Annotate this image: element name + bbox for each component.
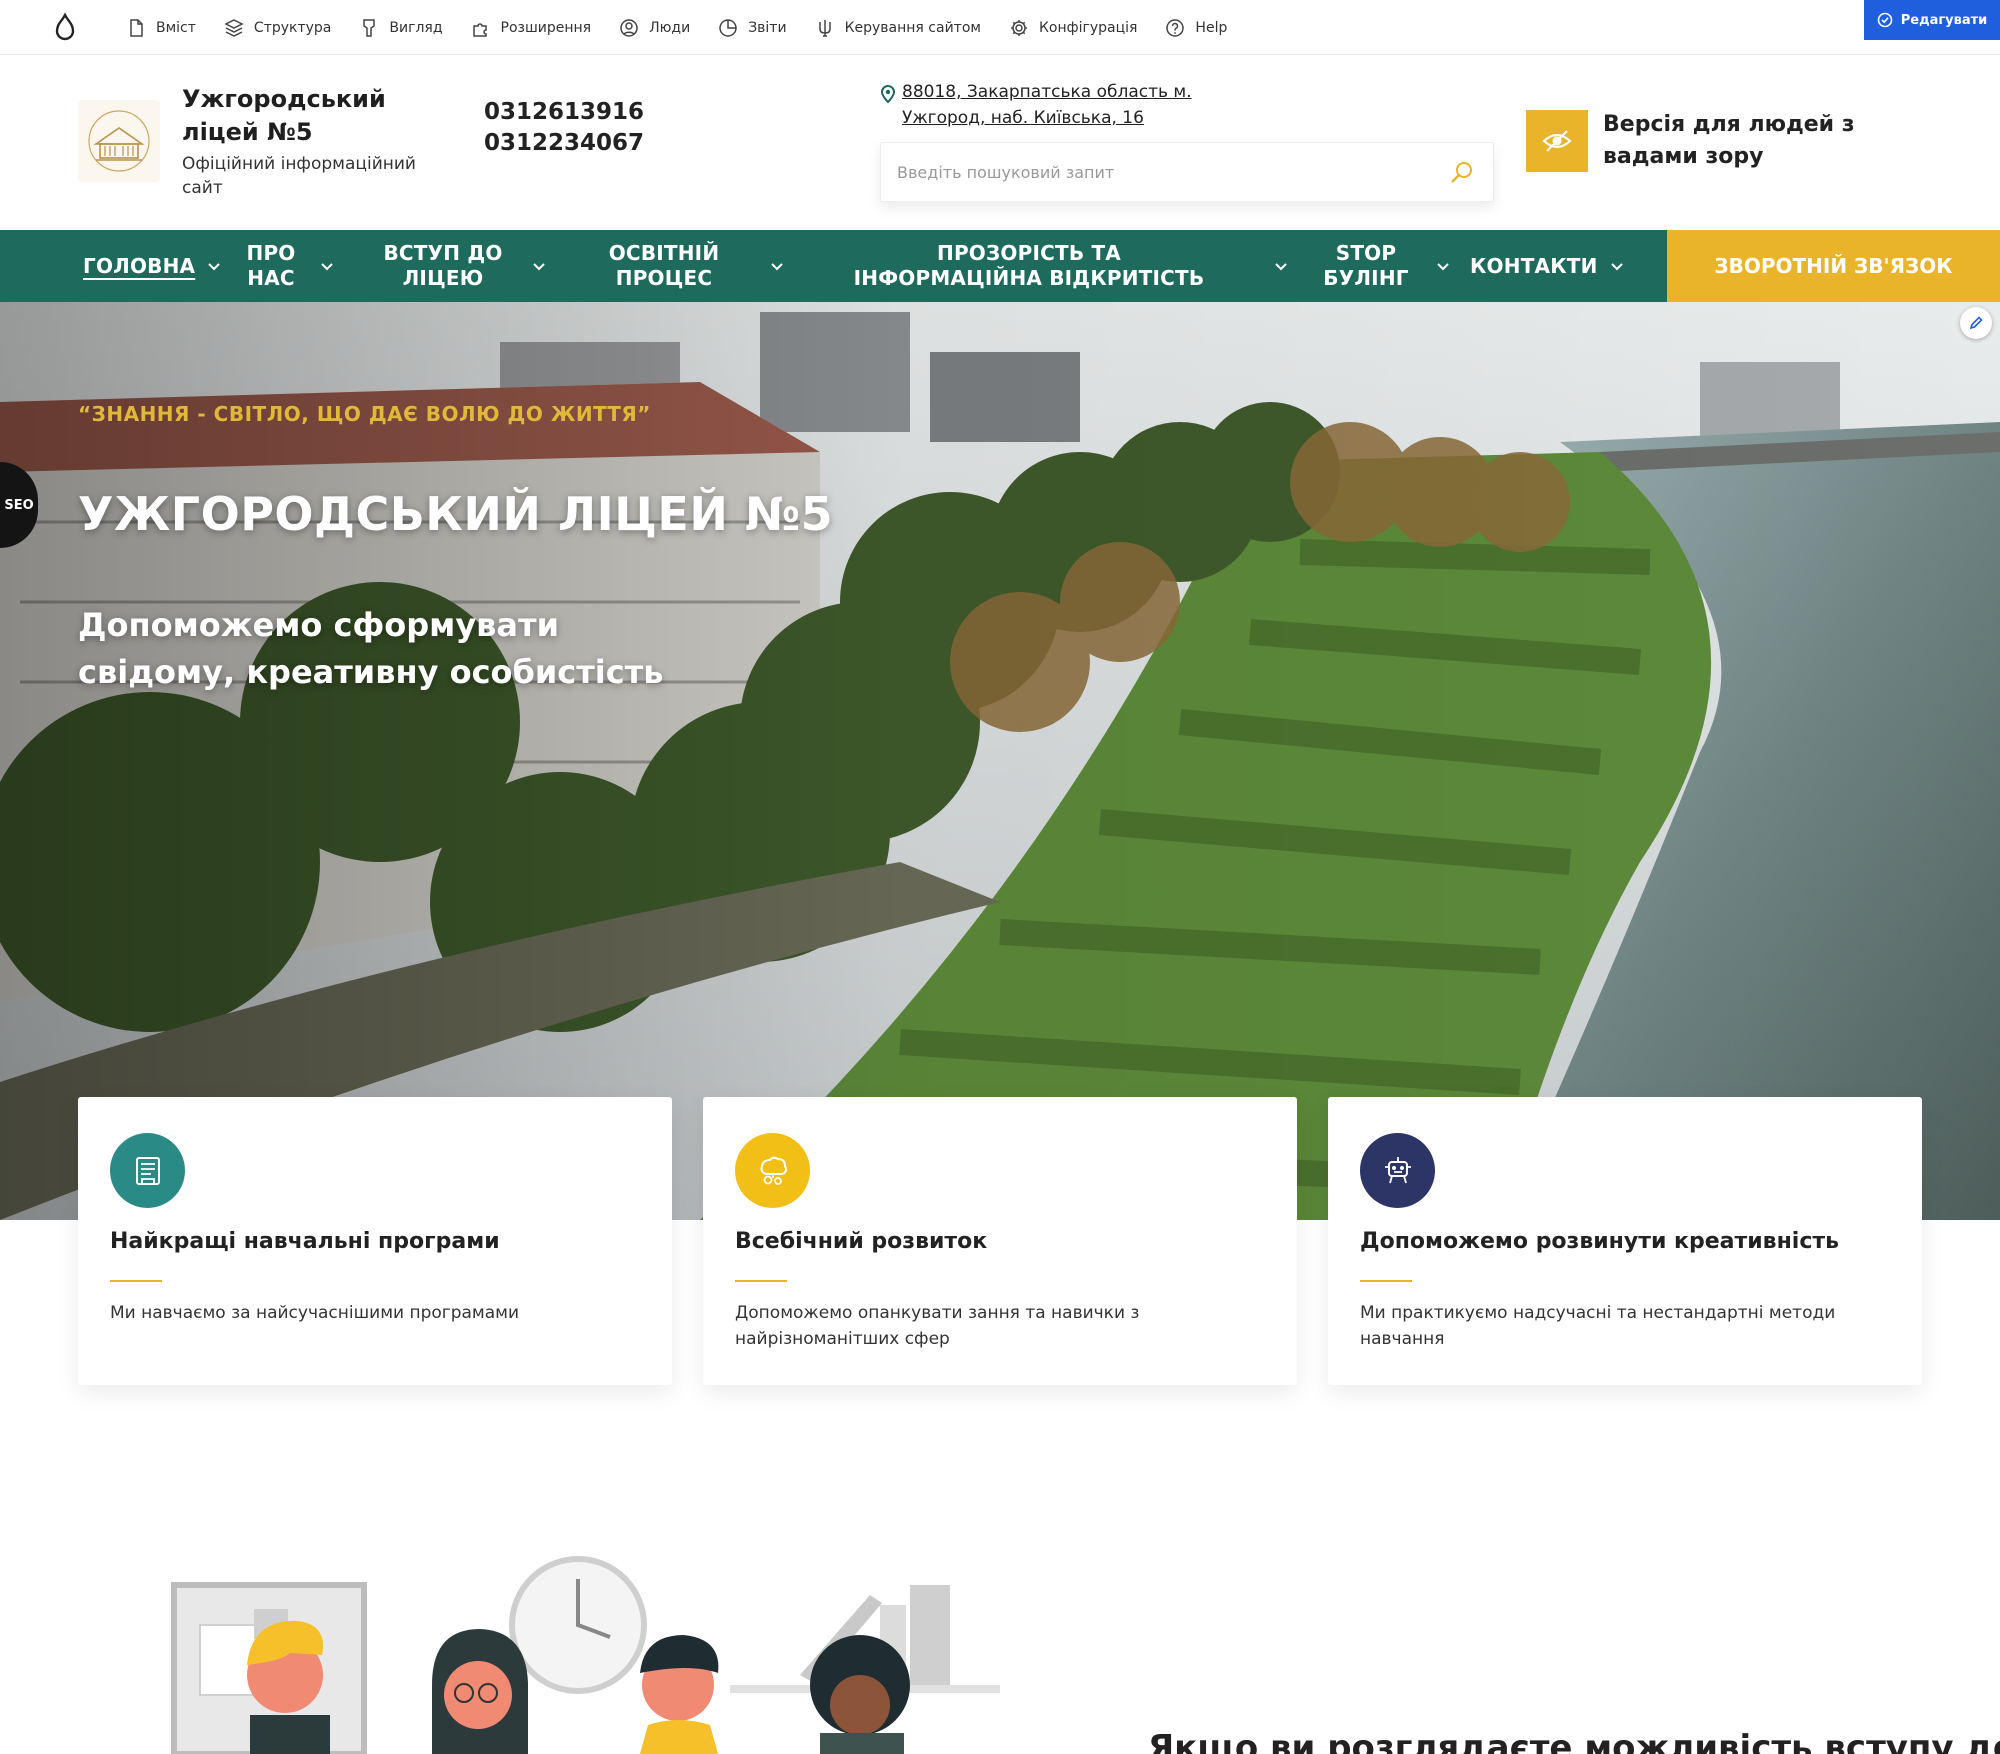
address-link[interactable]: 88018, Закарпатська область м. Ужгород, … <box>880 79 1260 131</box>
nav-item-about[interactable]: ПРО НАС <box>246 230 346 302</box>
drupal-logo-icon[interactable] <box>50 12 80 42</box>
admin-item-site-management[interactable]: Керування сайтом <box>801 0 995 55</box>
accessibility-label[interactable]: Версія для людей з вадами зору <box>1603 109 1943 173</box>
feedback-button[interactable]: ЗВОРОТНІЙ ЗВ'ЯЗОК <box>1667 230 2000 302</box>
admin-item-label: Вигляд <box>389 19 443 36</box>
feature-text: Ми практикуємо надсучасні та нестандартн… <box>1360 1303 1836 1349</box>
nav-label: ВСТУП ДО ЛІЦЕЮ <box>383 241 503 290</box>
admin-item-content[interactable]: Вміст <box>112 0 210 55</box>
chevron-down-icon <box>771 263 783 271</box>
file-icon <box>130 18 143 37</box>
feature-icon-circle <box>110 1133 185 1208</box>
feature-icon-circle <box>1360 1133 1435 1208</box>
nav-label: ПРОЗОРІСТЬ ТА ІНФОРМАЦІЙНА ВІДКРИТІСТЬ <box>853 241 1205 290</box>
contextual-edit-button[interactable] <box>1960 307 1992 339</box>
nav-item-stop-bullying[interactable]: STOP БУЛІНГ <box>1320 230 1460 302</box>
trident-icon <box>818 19 831 37</box>
admin-item-appearance[interactable]: Вигляд <box>345 0 456 55</box>
site-slogan: Офіційний інформаційний сайт <box>182 154 416 198</box>
nav-item-home[interactable]: ГОЛОВНА <box>83 230 223 302</box>
admin-item-label: Структура <box>253 19 332 36</box>
hero-background-image <box>0 302 2000 1220</box>
nav-label: ОСВІТНІЙ ПРОЦЕС <box>608 241 720 290</box>
hero-motto: “ЗНАННЯ - СВІТЛО, ЩО ДАЄ ВОЛЮ ДО ЖИТТЯ” <box>78 402 651 426</box>
chevron-down-icon <box>208 263 220 271</box>
search-box <box>880 142 1494 202</box>
search-input[interactable] <box>881 143 1493 201</box>
brain-gears-icon <box>760 1156 787 1185</box>
feature-text: Ми навчаємо за найсучаснішими програмами <box>110 1303 520 1323</box>
admin-toolbar: Вміст Структура Вигляд Розширення Люди З… <box>0 0 2000 55</box>
feature-icon-circle <box>735 1133 810 1208</box>
admin-item-label: Розширення <box>500 19 592 36</box>
chevron-down-icon <box>321 263 333 271</box>
admin-item-structure[interactable]: Структура <box>210 0 345 55</box>
nav-label: КОНТАКТИ <box>1470 253 1598 278</box>
feature-title: Допоможемо розвинути креативність <box>1360 1229 1840 1254</box>
feature-text: Допоможемо опанкувати зання та навички з… <box>735 1303 1140 1349</box>
admin-item-label: Help <box>1195 19 1228 36</box>
admin-item-label: Люди <box>649 19 691 36</box>
admin-item-configuration[interactable]: Конфігурація <box>995 0 1151 55</box>
hero-banner: “ЗНАННЯ - СВІТЛО, ЩО ДАЄ ВОЛЮ ДО ЖИТТЯ” … <box>0 302 2000 1220</box>
feature-divider <box>110 1280 162 1282</box>
layers-icon <box>224 18 244 37</box>
hero-title: УЖГОРОДСЬКИЙ ЛІЦЕЙ №5 <box>78 487 834 541</box>
gear-icon <box>1010 19 1027 36</box>
admin-item-label: Конфігурація <box>1038 19 1138 36</box>
chevron-down-icon <box>1437 263 1449 271</box>
admin-item-label: Вміст <box>156 19 196 36</box>
nav-label: STOP БУЛІНГ <box>1323 241 1409 290</box>
puzzle-icon <box>472 22 487 37</box>
students-illustration <box>171 1556 1000 1754</box>
feature-card: Найкращі навчальні програми Ми навчаємо … <box>78 1097 672 1385</box>
user-circle-icon <box>620 18 638 37</box>
phone-numbers: 0312613916 0312234067 <box>484 97 644 159</box>
admin-item-people[interactable]: Люди <box>605 0 704 55</box>
nav-label: ГОЛОВНА <box>83 253 196 278</box>
chevron-down-icon <box>1275 263 1287 271</box>
admin-item-extend[interactable]: Розширення <box>457 0 606 55</box>
eye-icon <box>1542 130 1572 152</box>
chevron-down-icon <box>533 263 545 271</box>
help-icon <box>1166 18 1185 37</box>
feature-title: Всебічний розвиток <box>735 1229 988 1254</box>
map-pin-icon <box>880 85 896 103</box>
admin-item-help[interactable]: Help <box>1151 0 1241 55</box>
admin-menu: Вміст Структура Вигляд Розширення Люди З… <box>112 0 1241 55</box>
hero-subtitle: Допоможемо сформувати свідому, креативну… <box>78 606 664 691</box>
feature-divider <box>1360 1280 1412 1282</box>
feature-cards: Найкращі навчальні програми Ми навчаємо … <box>78 1097 1922 1385</box>
check-circle-icon <box>1877 12 1893 28</box>
phone-number[interactable]: 0312613916 <box>484 97 644 128</box>
site-name[interactable]: Ужгородський ліцей №5 <box>182 83 442 149</box>
nav-item-education[interactable]: ОСВІТНІЙ ПРОЦЕС <box>600 230 790 302</box>
nav-label: ПРО НАС <box>246 241 296 290</box>
edit-button[interactable]: Редагувати <box>1864 0 2000 40</box>
admin-item-reports[interactable]: Звіти <box>704 0 800 55</box>
feature-card: Всебічний розвиток Допоможемо опанкувати… <box>703 1097 1297 1385</box>
nav-item-admission[interactable]: ВСТУП ДО ЛІЦЕЮ <box>380 230 560 302</box>
nav-item-transparency[interactable]: ПРОЗОРІСТЬ ТА ІНФОРМАЦІЙНА ВІДКРИТІСТЬ <box>850 230 1290 302</box>
accessibility-button[interactable] <box>1526 110 1588 172</box>
pencil-icon <box>1969 316 1983 330</box>
site-header: Ужгородський ліцей №5 Офіційний інформац… <box>0 55 2000 230</box>
search-icon[interactable] <box>1449 160 1475 186</box>
nav-item-contacts[interactable]: КОНТАКТИ <box>1470 230 1630 302</box>
feature-title: Найкращі навчальні програми <box>110 1229 500 1254</box>
admission-heading: Якщо ви розглядаєте можливість вступу до <box>1148 1728 2000 1754</box>
robot-icon <box>1384 1156 1411 1183</box>
edit-button-label: Редагувати <box>1900 12 1988 28</box>
chevron-down-icon <box>1610 263 1623 271</box>
school-logo[interactable] <box>78 100 160 182</box>
book-icon <box>135 1156 160 1185</box>
address-text: 88018, Закарпатська область м. Ужгород, … <box>902 82 1192 128</box>
pie-chart-icon <box>719 18 737 37</box>
phone-number[interactable]: 0312234067 <box>484 128 644 159</box>
feature-card: Допоможемо розвинути креативність Ми пра… <box>1328 1097 1922 1385</box>
feature-divider <box>735 1280 787 1282</box>
admin-item-label: Звіти <box>748 19 787 36</box>
admin-item-label: Керування сайтом <box>844 19 981 36</box>
brush-icon <box>363 18 376 37</box>
